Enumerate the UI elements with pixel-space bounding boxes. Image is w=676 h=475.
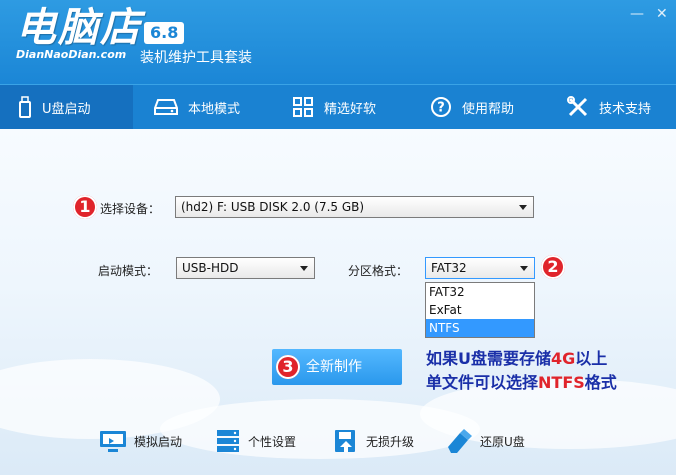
title-bar: 电脑店 DianNaoDian.com 6.8 装机维护工具套装 — ✕ [0,0,676,84]
chevron-down-icon [519,205,527,210]
tool-simulate-boot[interactable]: 模拟启动 [98,427,182,455]
device-label: 选择设备： [100,202,161,216]
tip-text: 以上 [575,349,608,368]
monitor-icon [100,431,126,452]
tool-restore-usb[interactable]: 还原U盘 [444,427,525,455]
minimize-button[interactable]: — [630,6,644,22]
usb-eraser-icon [448,429,472,453]
chevron-down-icon [300,266,308,271]
partition-option-fat32[interactable]: FAT32 [426,283,534,301]
main-nav: U盘启动 本地模式 精选好软 ? 使用帮助 技术支持 [0,84,676,129]
tool-lossless-upgrade[interactable]: 无损升级 [332,427,414,455]
tab-usb-boot[interactable]: U盘启动 [0,85,133,129]
grid-icon [293,97,313,117]
tools-icon [567,96,588,117]
tab-label: 使用帮助 [462,101,515,117]
tab-label: 本地模式 [188,101,241,117]
device-select[interactable]: (hd2) F: USB DISK 2.0 (7.5 GB) [175,196,534,218]
version-badge: 6.8 [144,22,185,44]
tab-label: 精选好软 [324,101,377,117]
tab-label: U盘启动 [42,101,91,117]
tool-label: 无损升级 [366,434,415,449]
step-badge-1: 1 [73,195,97,219]
app-window: { "header": { "logo_main": "电脑店", "logo_… [0,0,676,475]
partition-label: 分区格式： [348,264,409,278]
app-logo: 电脑店 DianNaoDian.com [16,6,142,61]
tip-line-1: 如果U盘需要存储4G以上 [426,347,617,371]
logo-domain: DianNaoDian.com [16,48,127,61]
close-button[interactable]: ✕ [656,6,668,22]
cloud-decoration [160,399,480,459]
partition-option-exfat[interactable]: ExFat [426,301,534,319]
upgrade-icon [335,430,355,452]
make-button-label: 全新制作 [306,359,362,375]
tip-text: 单文件可以选择 [426,373,539,392]
device-select-value: (hd2) F: USB DISK 2.0 (7.5 GB) [181,200,365,214]
tab-label: 技术支持 [599,101,652,117]
logo-text: 电脑店 [16,5,142,51]
chevron-down-icon [520,266,528,271]
tab-support[interactable]: 技术支持 [567,85,651,129]
partition-dropdown-list: FAT32 ExFat NTFS [425,282,535,338]
tool-label: 还原U盘 [480,434,525,449]
help-icon: ? [431,97,451,117]
ntfs-tip: 如果U盘需要存储4G以上 单文件可以选择NTFS格式 [426,347,617,395]
tool-personalize[interactable]: 个性设置 [214,427,296,455]
tip-text: 格式 [584,373,617,392]
tip-highlight: NTFS [538,373,585,392]
tip-text: 如果U盘需要存储 [426,349,551,368]
server-settings-icon [217,430,239,452]
tab-software[interactable]: 精选好软 [292,85,376,129]
hard-disk-icon [154,99,178,115]
partition-select-value: FAT32 [431,261,467,275]
tab-local-mode[interactable]: 本地模式 [154,85,240,129]
tip-highlight: 4G [551,349,576,368]
svg-text:?: ? [437,101,445,116]
usb-drive-icon [19,96,31,118]
tip-line-2: 单文件可以选择NTFS格式 [426,371,617,395]
tab-help[interactable]: ? 使用帮助 [430,85,514,129]
partition-option-ntfs[interactable]: NTFS [426,319,534,337]
tool-label: 模拟启动 [134,434,183,449]
boot-mode-select[interactable]: USB-HDD [176,257,315,279]
main-panel [0,129,676,475]
partition-select[interactable]: FAT32 [425,257,535,279]
boot-mode-label: 启动模式： [98,264,159,278]
step-badge-3: 3 [276,355,300,379]
step-badge-2: 2 [541,255,565,279]
boot-mode-value: USB-HDD [182,261,239,275]
app-subtitle: 装机维护工具套装 [140,50,252,66]
tool-label: 个性设置 [248,434,297,449]
